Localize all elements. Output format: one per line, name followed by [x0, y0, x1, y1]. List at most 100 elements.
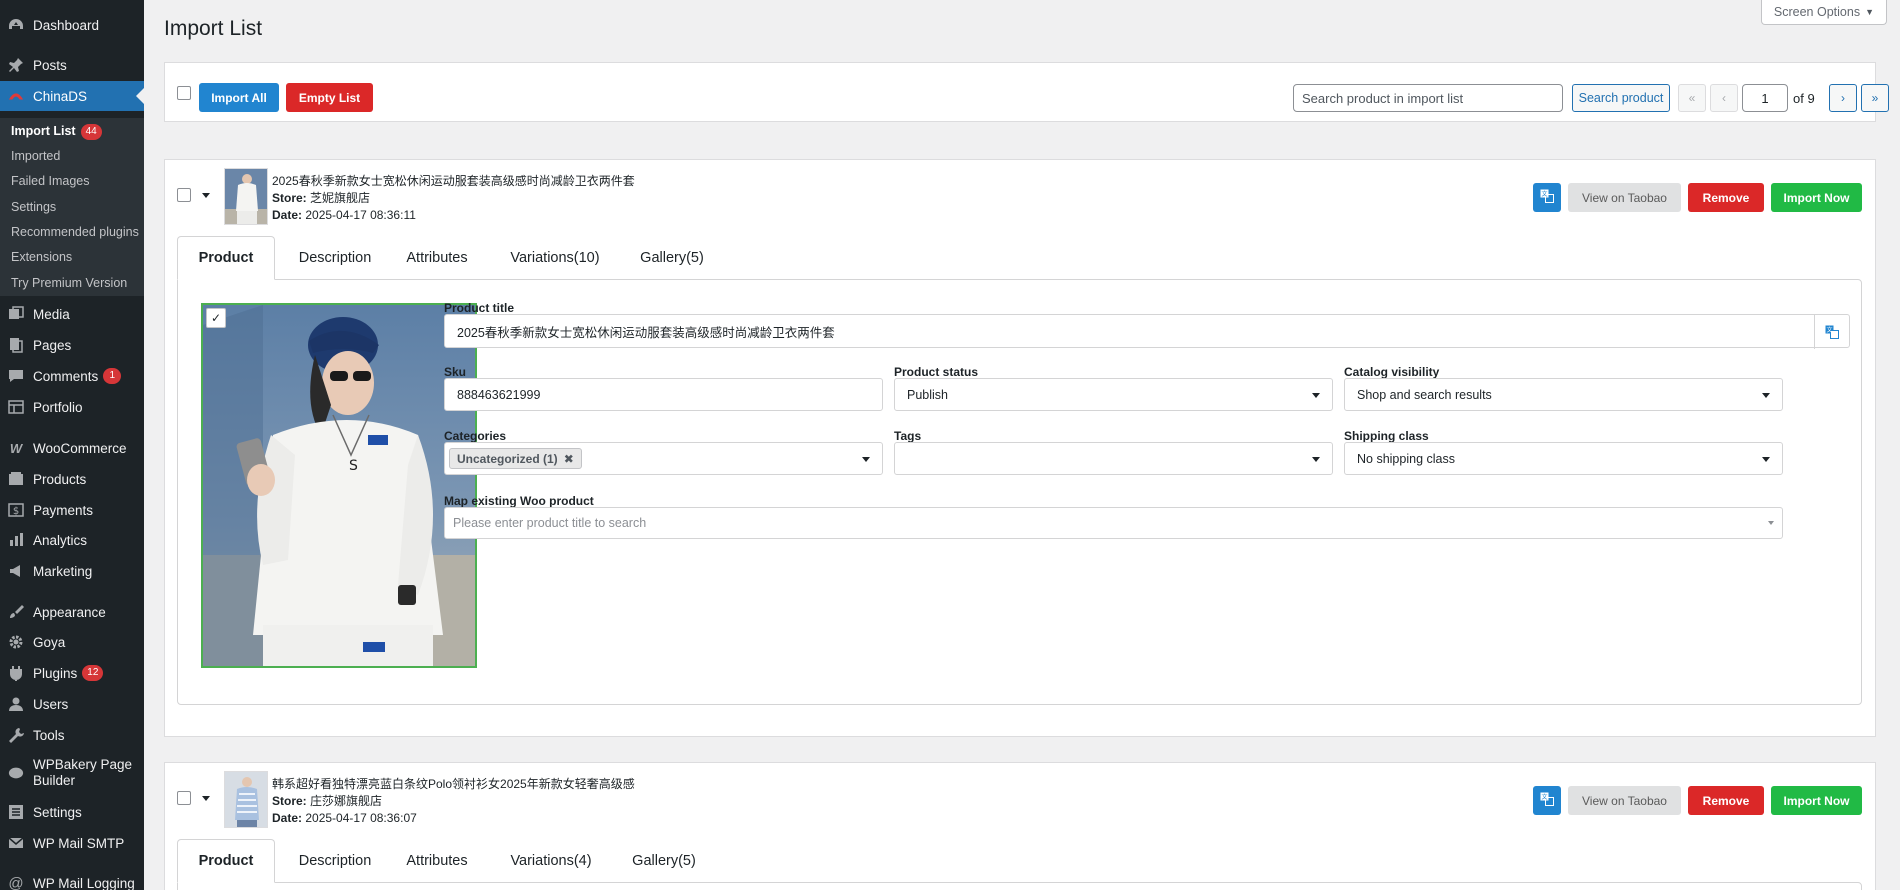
first-page-button[interactable]: «: [1678, 84, 1706, 112]
caret-down-icon: [1762, 393, 1770, 398]
product-meta: 2025春秋季新款女士宽松休闲运动服套装高级感时尚减龄卫衣两件套 Store: …: [272, 173, 635, 224]
screen-options-button[interactable]: Screen Options ▼: [1760, 0, 1887, 25]
search-product-button[interactable]: Search product: [1572, 84, 1670, 112]
submenu-recommended-plugins[interactable]: Recommended plugins: [11, 225, 139, 239]
import-toolbar: Import All Empty List Search product in …: [164, 62, 1889, 122]
submenu-extensions[interactable]: Extensions: [11, 250, 72, 264]
menu-marketing[interactable]: Marketing: [0, 556, 144, 586]
product-title[interactable]: 韩系超好看独特漂亮蓝白条纹Polo领衬衫女2025年新款女轻奢高级感: [272, 776, 635, 793]
view-on-taobao-button[interactable]: View on Taobao: [1568, 786, 1681, 815]
menu-label: Plugins: [33, 665, 78, 681]
submenu-try-premium[interactable]: Try Premium Version: [11, 276, 127, 290]
menu-media[interactable]: Media: [0, 299, 144, 329]
products-icon: [8, 471, 24, 487]
tab-attributes[interactable]: Attributes: [395, 236, 479, 280]
menu-pages[interactable]: Pages: [0, 330, 144, 360]
menu-products[interactable]: Products: [0, 464, 144, 494]
product-title-input[interactable]: 2025春秋季新款女士宽松休闲运动服套装高级感时尚减龄卫衣两件套 文: [444, 314, 1850, 349]
store-label: Store:: [272, 191, 307, 205]
menu-wp-mail-logging[interactable]: @ WP Mail Logging: [0, 868, 144, 890]
translate-button[interactable]: 文: [1533, 183, 1561, 212]
last-page-button[interactable]: »: [1861, 84, 1889, 112]
search-input[interactable]: Search product in import list: [1293, 84, 1563, 112]
menu-analytics[interactable]: Analytics: [0, 525, 144, 555]
users-icon: [8, 696, 24, 712]
translate-button[interactable]: 文: [1533, 786, 1561, 815]
product-title-label: Product title: [444, 301, 515, 315]
import-now-button[interactable]: Import Now: [1771, 183, 1862, 212]
product-card: 韩系超好看独特漂亮蓝白条纹Polo领衬衫女2025年新款女轻奢高级感 Store…: [164, 762, 1876, 890]
checkmark-icon[interactable]: ✓: [206, 308, 226, 328]
menu-payments[interactable]: $ Payments: [0, 495, 144, 525]
svg-text:$: $: [13, 506, 19, 517]
tab-variations[interactable]: Variations(10): [491, 236, 619, 280]
tab-gallery[interactable]: Gallery(5): [633, 236, 711, 280]
menu-dashboard[interactable]: Dashboard: [0, 10, 144, 40]
product-status-select[interactable]: Publish: [894, 378, 1333, 411]
menu-settings[interactable]: Settings: [0, 797, 144, 827]
product-select-checkbox[interactable]: [177, 188, 191, 202]
view-on-taobao-button[interactable]: View on Taobao: [1568, 183, 1681, 212]
submenu-import-list[interactable]: Import List 44: [11, 124, 102, 140]
tags-select[interactable]: [894, 442, 1333, 475]
tab-description[interactable]: Description: [287, 236, 383, 280]
map-woo-product-select[interactable]: Please enter product title to search: [444, 507, 1783, 539]
shipping-class-select[interactable]: No shipping class: [1344, 442, 1783, 475]
tab-product[interactable]: Product: [177, 839, 275, 883]
close-icon[interactable]: ✖: [564, 452, 574, 466]
prev-page-button[interactable]: ‹: [1710, 84, 1738, 112]
tab-product[interactable]: Product: [177, 236, 275, 280]
product-title-value: 2025春秋季新款女士宽松休闲运动服套装高级感时尚减龄卫衣两件套: [457, 325, 835, 340]
menu-goya[interactable]: Goya: [0, 627, 144, 657]
menu-comments[interactable]: Comments 1: [0, 361, 144, 391]
category-chip-label: Uncategorized (1): [457, 451, 558, 466]
import-all-button[interactable]: Import All: [199, 83, 279, 112]
menu-plugins[interactable]: Plugins 12: [0, 658, 144, 688]
submenu-imported[interactable]: Imported: [11, 149, 60, 163]
caret-down-icon: [1312, 457, 1320, 462]
tab-attributes[interactable]: Attributes: [395, 839, 479, 883]
pin-icon: [8, 57, 24, 73]
translate-icon[interactable]: 文: [1814, 315, 1849, 349]
tab-gallery[interactable]: Gallery(5): [625, 839, 703, 883]
product-select-checkbox[interactable]: [177, 791, 191, 805]
menu-appearance[interactable]: Appearance: [0, 597, 144, 627]
page-number-input[interactable]: 1: [1742, 84, 1788, 112]
product-tab-panel: [177, 882, 1862, 890]
menu-label: WP Mail SMTP: [33, 835, 125, 851]
menu-label: Posts: [33, 57, 67, 73]
menu-posts[interactable]: Posts: [0, 50, 144, 80]
caret-down-icon[interactable]: [202, 193, 210, 198]
tab-description[interactable]: Description: [287, 839, 383, 883]
sku-input[interactable]: 888463621999: [444, 378, 883, 411]
menu-woocommerce[interactable]: W WooCommerce: [0, 433, 144, 463]
menu-wp-mail-smtp[interactable]: WP Mail SMTP: [0, 828, 144, 858]
caret-down-icon[interactable]: [202, 796, 210, 801]
product-title[interactable]: 2025春秋季新款女士宽松休闲运动服套装高级感时尚减龄卫衣两件套: [272, 173, 635, 190]
tab-variations[interactable]: Variations(4): [491, 839, 611, 883]
select-all-checkbox[interactable]: [177, 86, 191, 100]
menu-portfolio[interactable]: Portfolio: [0, 392, 144, 422]
remove-button[interactable]: Remove: [1688, 183, 1764, 212]
submenu-settings[interactable]: Settings: [11, 200, 56, 214]
import-now-button[interactable]: Import Now: [1771, 786, 1862, 815]
translate-icon: 文: [1540, 189, 1554, 206]
comments-icon: [8, 368, 24, 384]
categories-select[interactable]: Uncategorized (1) ✖: [444, 442, 883, 475]
plugins-icon: [8, 665, 24, 681]
product-main-image[interactable]: ✓ S: [201, 303, 477, 668]
submenu-failed-images[interactable]: Failed Images: [11, 174, 90, 188]
shipping-class-value: No shipping class: [1357, 451, 1455, 466]
catalog-visibility-value: Shop and search results: [1357, 387, 1492, 402]
menu-users[interactable]: Users: [0, 689, 144, 719]
menu-label: Dashboard: [33, 17, 100, 33]
product-tab-panel: ✓ S Product title 2025春秋季新款女士宽松休闲运动服套装高级…: [177, 279, 1862, 705]
empty-list-button[interactable]: Empty List: [286, 83, 373, 112]
catalog-visibility-select[interactable]: Shop and search results: [1344, 378, 1783, 411]
menu-chinads[interactable]: ChinaDS: [0, 81, 144, 111]
menu-wpbakery[interactable]: WPBakery Page Builder: [0, 755, 144, 791]
remove-button[interactable]: Remove: [1688, 786, 1764, 815]
admin-sidebar: Dashboard Posts ChinaDS Import List 44 Im…: [0, 0, 144, 890]
next-page-button[interactable]: ›: [1829, 84, 1857, 112]
menu-tools[interactable]: Tools: [0, 720, 144, 750]
